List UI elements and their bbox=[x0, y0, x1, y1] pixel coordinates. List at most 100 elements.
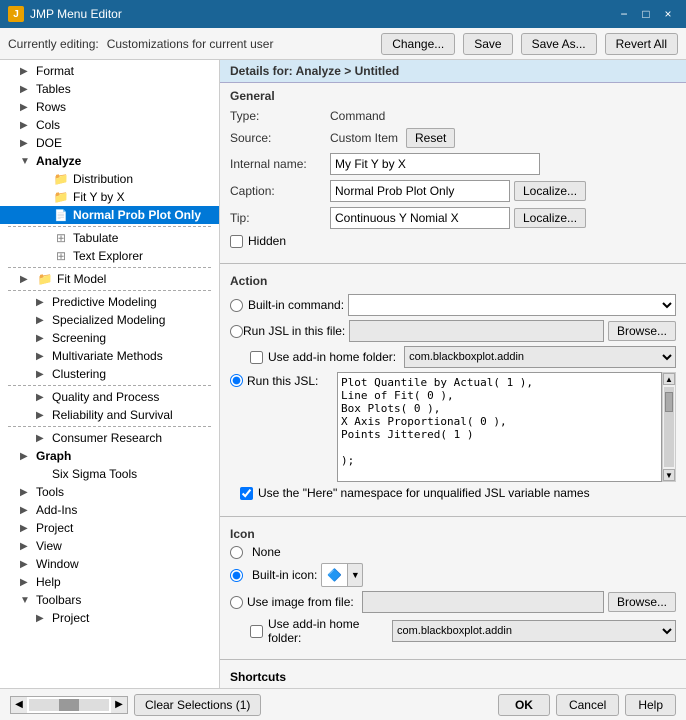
sidebar-item-specialized-modeling[interactable]: ▶ Specialized Modeling bbox=[0, 311, 219, 329]
save-button[interactable]: Save bbox=[463, 33, 512, 55]
source-row: Source: Custom Item Reset bbox=[230, 128, 676, 148]
horizontal-scroll[interactable]: ◀ ▶ bbox=[10, 696, 128, 714]
icon-dropdown-arrow[interactable]: ▼ bbox=[348, 564, 362, 586]
arrow-icon: ▶ bbox=[36, 410, 52, 421]
jsl-scroll-up[interactable]: ▲ bbox=[663, 373, 675, 385]
action-title: Action bbox=[230, 274, 676, 288]
sidebar-item-toolbars[interactable]: ▼ Toolbars bbox=[0, 591, 219, 609]
run-jsl-radio[interactable] bbox=[230, 374, 243, 387]
run-jsl-file-row: Run JSL in this file: Browse... bbox=[230, 320, 676, 342]
sidebar-item-format[interactable]: ▶ Format bbox=[0, 62, 219, 80]
sidebar-item-predictive-modeling[interactable]: ▶ Predictive Modeling bbox=[0, 293, 219, 311]
sidebar-item-text-explorer[interactable]: ⊞ Text Explorer bbox=[0, 247, 219, 265]
sidebar-item-six-sigma[interactable]: Six Sigma Tools bbox=[0, 465, 219, 483]
sidebar-item-consumer-research[interactable]: ▶ Consumer Research bbox=[0, 429, 219, 447]
sidebar-item-label: Reliability and Survival bbox=[52, 408, 173, 422]
icon-none-radio[interactable] bbox=[230, 546, 243, 559]
caption-input[interactable] bbox=[330, 180, 510, 202]
sidebar-item-clustering[interactable]: ▶ Clustering bbox=[0, 365, 219, 383]
image-file-input[interactable] bbox=[362, 591, 604, 613]
sidebar-item-help[interactable]: ▶ Help bbox=[0, 573, 219, 591]
addin-folder-select[interactable]: com.blackboxplot.addin bbox=[404, 346, 676, 368]
help-button[interactable]: Help bbox=[625, 694, 676, 716]
sidebar-item-tabulate[interactable]: ⊞ Tabulate bbox=[0, 229, 219, 247]
icon-addin-checkbox[interactable] bbox=[250, 625, 263, 638]
sidebar-item-view[interactable]: ▶ View bbox=[0, 537, 219, 555]
sidebar-item-cols[interactable]: ▶ Cols bbox=[0, 116, 219, 134]
sidebar-item-fit-y-by-x[interactable]: 📁 Fit Y by X bbox=[0, 188, 219, 206]
builtin-icon-picker[interactable]: 🔷 ▼ bbox=[321, 563, 363, 587]
sidebar-item-project[interactable]: ▶ Project bbox=[0, 519, 219, 537]
scroll-right-button[interactable]: ▶ bbox=[111, 697, 127, 713]
use-image-radio[interactable] bbox=[230, 596, 243, 609]
ok-button[interactable]: OK bbox=[498, 694, 550, 716]
sidebar-item-graph[interactable]: ▶ Graph bbox=[0, 447, 219, 465]
internal-name-input[interactable] bbox=[330, 153, 540, 175]
sidebar-item-tools[interactable]: ▶ Tools bbox=[0, 483, 219, 501]
sidebar-item-tables[interactable]: ▶ Tables bbox=[0, 80, 219, 98]
image-file-browse-button[interactable]: Browse... bbox=[608, 592, 676, 612]
sidebar-item-window[interactable]: ▶ Window bbox=[0, 555, 219, 573]
use-addin-folder-checkbox[interactable] bbox=[250, 351, 263, 364]
arrow-icon: ▶ bbox=[20, 487, 36, 498]
icon-preview: 🔷 bbox=[322, 564, 348, 586]
tip-input[interactable] bbox=[330, 207, 510, 229]
bottom-bar: ◀ ▶ Clear Selections (1) OK Cancel Help bbox=[0, 688, 686, 720]
sidebar-item-addins[interactable]: ▶ Add-Ins bbox=[0, 501, 219, 519]
jsl-file-input[interactable] bbox=[349, 320, 604, 342]
arrow-icon: ▶ bbox=[20, 505, 36, 516]
folder-icon: 📁 bbox=[36, 272, 54, 286]
sidebar-item-distribution[interactable]: 📁 Distribution bbox=[0, 170, 219, 188]
sidebar-item-label: Format bbox=[36, 64, 74, 78]
sidebar-item-analyze[interactable]: ▼ Analyze bbox=[0, 152, 219, 170]
change-button[interactable]: Change... bbox=[381, 33, 455, 55]
clear-selections-button[interactable]: Clear Selections (1) bbox=[134, 694, 261, 716]
close-button[interactable]: × bbox=[658, 4, 678, 24]
type-label: Type: bbox=[230, 109, 330, 123]
tree-view: ▶ Format ▶ Tables ▶ Rows ▶ Cols ▶ DOE ▼ bbox=[0, 60, 219, 629]
scroll-left-button[interactable]: ◀ bbox=[11, 697, 27, 713]
run-jsl-file-radio[interactable] bbox=[230, 325, 243, 338]
hidden-checkbox[interactable] bbox=[230, 235, 243, 248]
sidebar-item-project-toolbar[interactable]: ▶ Project bbox=[0, 609, 219, 627]
icon-addin-select[interactable]: com.blackboxplot.addin bbox=[392, 620, 676, 642]
maximize-button[interactable]: □ bbox=[636, 4, 656, 24]
sidebar-item-doe[interactable]: ▶ DOE bbox=[0, 134, 219, 152]
reset-button[interactable]: Reset bbox=[406, 128, 455, 148]
arrow-icon: ▶ bbox=[20, 523, 36, 534]
revert-all-button[interactable]: Revert All bbox=[605, 33, 678, 55]
builtin-icon-radio[interactable] bbox=[230, 569, 243, 582]
doc-icon: 📄 bbox=[52, 208, 70, 222]
sidebar-item-label: View bbox=[36, 539, 62, 553]
builtin-cmd-radio[interactable] bbox=[230, 299, 243, 312]
sidebar-item-normal-prob-plot[interactable]: 📄 Normal Prob Plot Only bbox=[0, 206, 219, 224]
jsl-scroll-thumb[interactable] bbox=[665, 392, 673, 412]
shortcuts-section: Shortcuts Current shortcuts: Remove bbox=[220, 664, 686, 688]
builtin-cmd-select[interactable] bbox=[348, 294, 676, 316]
run-jsl-row: Run this JSL: Plot Quantile by Actual( 1… bbox=[230, 372, 676, 482]
divider5 bbox=[8, 426, 211, 427]
sidebar-item-quality-process[interactable]: ▶ Quality and Process bbox=[0, 388, 219, 406]
tip-localize-button[interactable]: Localize... bbox=[514, 208, 586, 228]
bottom-left: ◀ ▶ Clear Selections (1) bbox=[10, 694, 261, 716]
sidebar-item-label: Window bbox=[36, 557, 79, 571]
sidebar-item-multivariate[interactable]: ▶ Multivariate Methods bbox=[0, 347, 219, 365]
tip-row: Tip: Localize... bbox=[230, 207, 676, 229]
jsl-code-textarea[interactable]: Plot Quantile by Actual( 1 ), Line of Fi… bbox=[337, 372, 662, 482]
jsl-file-browse-button[interactable]: Browse... bbox=[608, 321, 676, 341]
minimize-button[interactable]: − bbox=[614, 4, 634, 24]
caption-label: Caption: bbox=[230, 184, 330, 198]
save-as-button[interactable]: Save As... bbox=[521, 33, 597, 55]
caption-localize-button[interactable]: Localize... bbox=[514, 181, 586, 201]
sidebar-item-screening[interactable]: ▶ Screening bbox=[0, 329, 219, 347]
arrow-icon: ▶ bbox=[20, 120, 36, 131]
namespace-checkbox[interactable] bbox=[240, 487, 253, 500]
source-label: Source: bbox=[230, 131, 330, 145]
builtin-cmd-row: Built-in command: bbox=[230, 294, 676, 316]
sidebar-item-rows[interactable]: ▶ Rows bbox=[0, 98, 219, 116]
cancel-button[interactable]: Cancel bbox=[556, 694, 619, 716]
scroll-thumb[interactable] bbox=[59, 699, 79, 711]
sidebar-item-reliability[interactable]: ▶ Reliability and Survival bbox=[0, 406, 219, 424]
sidebar-item-fit-model[interactable]: ▶ 📁 Fit Model bbox=[0, 270, 219, 288]
jsl-scroll-down[interactable]: ▼ bbox=[663, 469, 675, 481]
